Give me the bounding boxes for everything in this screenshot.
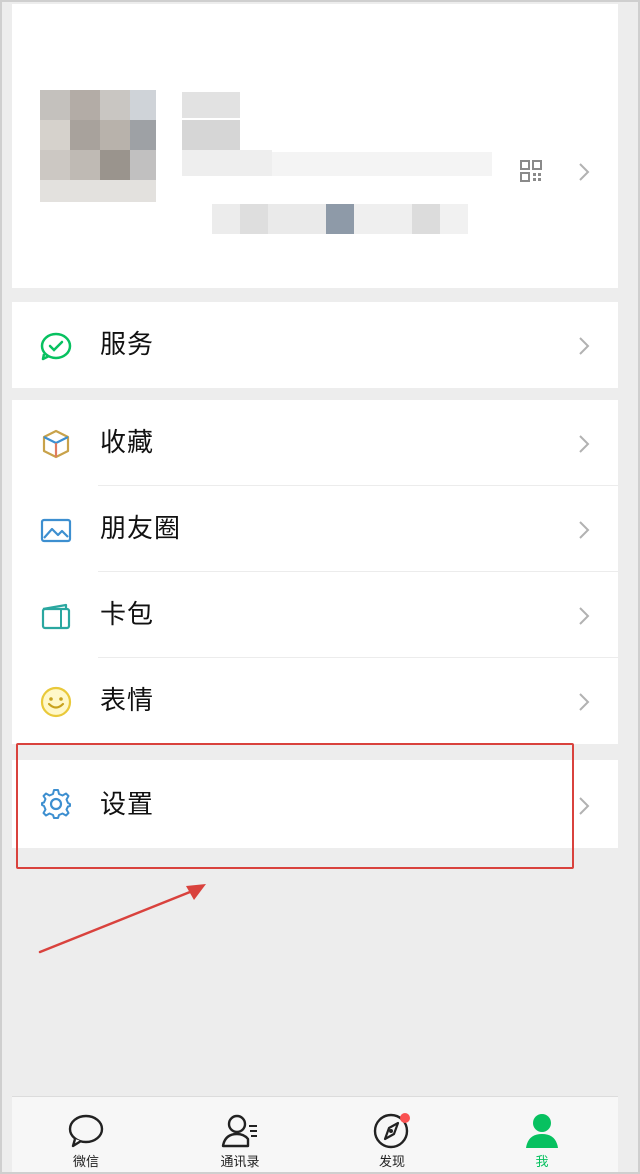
chevron-right-icon (579, 435, 590, 453)
chevron-right-icon (579, 521, 590, 539)
chevron-right-icon (579, 607, 590, 625)
notification-dot (400, 1113, 410, 1123)
qr-code-icon[interactable] (520, 160, 542, 182)
red-arrow-annotation (38, 884, 206, 954)
cube-icon (42, 429, 70, 459)
card-wallet-icon (41, 603, 71, 630)
chevron-right-icon (579, 693, 590, 711)
chevron-right-icon (579, 337, 590, 355)
tab-label-chats: 微信 (72, 1155, 99, 1170)
menu-item-moments[interactable]: 朋友圈 (12, 486, 618, 572)
picture-icon (40, 518, 72, 543)
tab-label-contacts: 通讯录 (220, 1155, 260, 1170)
me-screen: 服务 收藏 朋友圈 卡包 表情 设置 微信 通讯录 发现 我 (12, 4, 618, 1172)
tab-label-me: 我 (535, 1155, 549, 1170)
menu-item-cards[interactable]: 卡包 (12, 572, 618, 658)
menu-label-cards: 卡包 (100, 600, 155, 630)
menu-item-stickers[interactable]: 表情 (12, 658, 618, 744)
tab-chats[interactable]: 微信 (36, 1097, 136, 1172)
menu-label-stickers: 表情 (100, 686, 155, 716)
smiley-icon (40, 686, 72, 718)
wallet-check-icon (40, 332, 72, 361)
chevron-right-icon (579, 163, 590, 181)
highlight-box (16, 743, 574, 869)
menu-label-services: 服务 (100, 330, 155, 360)
chat-bubble-icon (68, 1114, 104, 1148)
person-icon (526, 1114, 558, 1148)
compass-icon (373, 1113, 410, 1149)
tab-label-discover: 发现 (378, 1155, 405, 1170)
chevron-right-icon (579, 797, 590, 815)
tab-discover[interactable]: 发现 (342, 1097, 442, 1172)
tab-contacts[interactable]: 通讯录 (190, 1097, 290, 1172)
bottom-tab-bar: 微信 通讯录 发现 我 (12, 1096, 618, 1172)
contacts-icon (221, 1114, 257, 1148)
menu-label-moments: 朋友圈 (100, 514, 182, 544)
menu-item-favorites[interactable]: 收藏 (12, 400, 618, 486)
profile-card[interactable] (12, 4, 618, 288)
menu-label-favorites: 收藏 (100, 428, 155, 458)
phone-frame: 服务 收藏 朋友圈 卡包 表情 设置 微信 通讯录 发现 我 (0, 0, 640, 1174)
menu-item-services[interactable]: 服务 (12, 302, 618, 388)
tab-me[interactable]: 我 (492, 1097, 592, 1172)
